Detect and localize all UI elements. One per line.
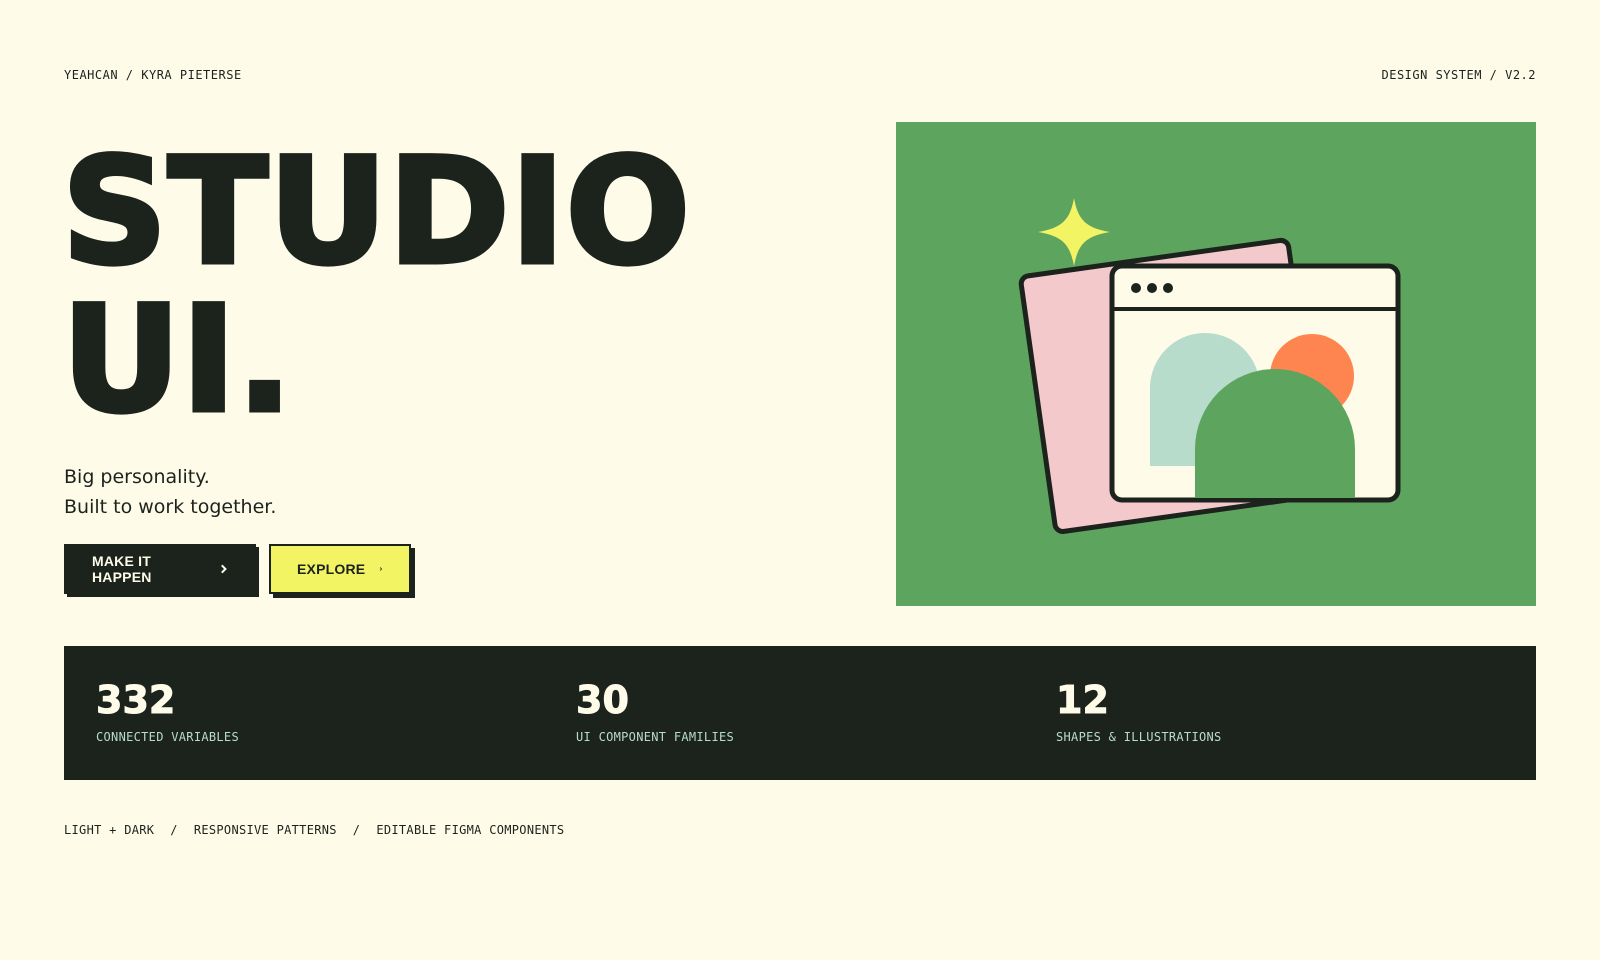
make-it-happen-label: MAKE IT HAPPEN: [92, 553, 152, 585]
stat-label: UI COMPONENT FAMILIES: [576, 730, 735, 744]
stats-bar: 332 CONNECTED VARIABLES 30 UI COMPONENT …: [64, 646, 1536, 780]
tag-light-dark: LIGHT + DARK: [64, 823, 155, 837]
chevron-right-icon: [380, 567, 383, 571]
stat-label: CONNECTED VARIABLES: [96, 730, 239, 744]
feature-tags: LIGHT + DARK / RESPONSIVE PATTERNS / EDI…: [64, 823, 564, 837]
window-dot-icon: [1147, 283, 1157, 293]
stat-label: SHAPES & ILLUSTRATIONS: [1056, 730, 1222, 744]
explore-button[interactable]: EXPLORE: [269, 544, 411, 594]
window-dot-icon: [1131, 283, 1141, 293]
hero-title-line-1: STUDIO: [60, 127, 693, 297]
tag-separator: /: [170, 823, 178, 837]
window-dot-icon: [1163, 283, 1173, 293]
tag-editable-figma-components: EDITABLE FIGMA COMPONENTS: [376, 823, 565, 837]
stat-value: 30: [575, 678, 629, 723]
version-label: DESIGN SYSTEM / V2.2: [1381, 68, 1536, 82]
stat-shapes-illustrations: 12 SHAPES & ILLUSTRATIONS: [1056, 678, 1222, 745]
sparkle-icon: [1038, 198, 1110, 266]
stat-connected-variables: 332 CONNECTED VARIABLES: [96, 678, 239, 745]
tag-separator: /: [352, 823, 361, 837]
brand-label: YEAHCAN / KYRA PIETERSE: [64, 68, 242, 82]
tag-responsive-patterns: RESPONSIVE PATTERNS: [193, 823, 337, 837]
hero-title: STUDIO UI.: [60, 127, 693, 445]
chevron-right-icon: [220, 564, 227, 574]
stat-value: 332: [96, 678, 176, 723]
make-it-happen-button[interactable]: MAKE IT HAPPEN: [64, 544, 256, 594]
browser-window-icon: [1109, 263, 1401, 503]
stat-value: 12: [1056, 678, 1110, 723]
explore-label: EXPLORE: [297, 561, 366, 577]
tagline-line-1: Big personality.: [64, 466, 210, 488]
hero-tagline: Big personality. Built to work together.: [64, 462, 276, 522]
hero-illustration: [896, 122, 1536, 606]
tagline-line-2: Built to work together.: [64, 496, 277, 518]
hero-title-line-2: UI.: [60, 275, 295, 445]
illustration-svg: [1018, 198, 1401, 534]
stat-component-families: 30 UI COMPONENT FAMILIES: [575, 678, 735, 745]
